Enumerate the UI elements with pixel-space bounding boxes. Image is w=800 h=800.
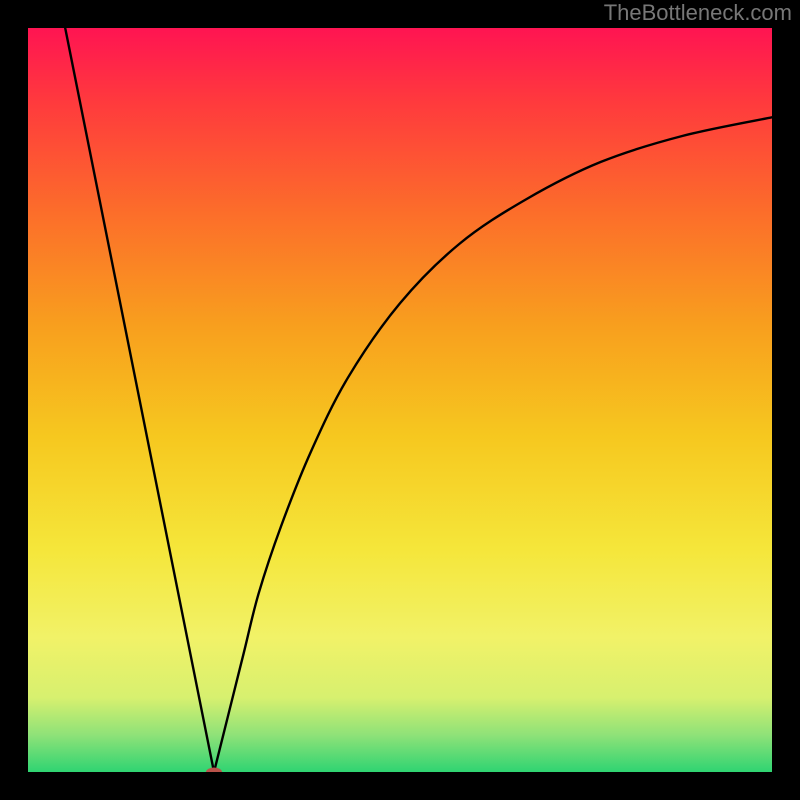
chart-svg — [28, 28, 772, 772]
watermark-text: TheBottleneck.com — [604, 0, 792, 26]
plot-area — [28, 28, 772, 772]
chart-frame: TheBottleneck.com — [0, 0, 800, 800]
